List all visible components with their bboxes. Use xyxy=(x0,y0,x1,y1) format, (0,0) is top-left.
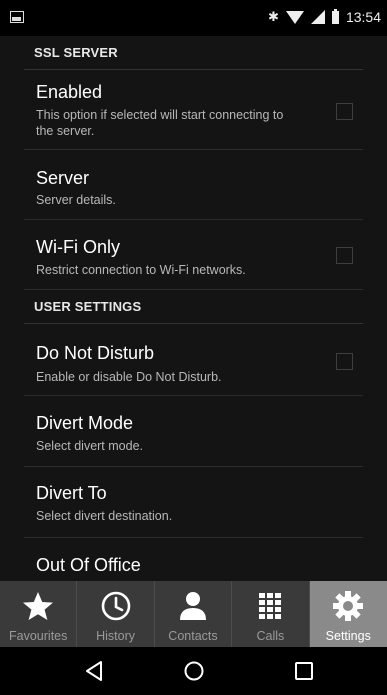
tab-label: Favourites xyxy=(9,629,68,643)
status-time: 13:54 xyxy=(345,9,381,25)
pref-title: Out Of Office xyxy=(36,555,141,575)
pref-summary: Server details. xyxy=(36,193,116,207)
gear-icon xyxy=(333,591,364,621)
navigation-bar xyxy=(0,647,387,695)
pref-do-not-disturb[interactable]: Do Not Disturb Enable or disable Do Not … xyxy=(24,324,363,396)
tab-contacts[interactable]: Contacts xyxy=(155,581,233,647)
dialpad-icon xyxy=(259,593,282,619)
tab-label: Contacts xyxy=(168,629,218,643)
pref-summary: Select divert destination. xyxy=(36,509,173,523)
pref-wifi-only[interactable]: Wi-Fi Only Restrict connection to Wi-Fi … xyxy=(24,220,363,290)
pref-divert-to[interactable]: Divert To Select divert destination. xyxy=(24,467,363,538)
clock-icon xyxy=(101,591,130,621)
signal-icon xyxy=(310,10,325,24)
battery-icon xyxy=(331,8,339,24)
pref-divert-mode[interactable]: Divert Mode Select divert mode. xyxy=(24,396,363,467)
section-header-label: SSL SERVER xyxy=(34,45,118,60)
tab-settings[interactable]: Settings xyxy=(309,581,387,647)
recents-icon[interactable] xyxy=(290,657,318,685)
person-icon xyxy=(179,592,206,620)
do-not-disturb-checkbox[interactable] xyxy=(336,353,353,370)
tab-calls[interactable]: Calls xyxy=(232,581,310,647)
pref-title: Server xyxy=(36,168,90,188)
pref-summary: Select divert mode. xyxy=(36,439,143,453)
pref-title: Do Not Disturb xyxy=(36,343,155,363)
pref-enabled[interactable]: Enabled This option if selected will sta… xyxy=(24,70,363,150)
status-icons: ✱ 13:54 xyxy=(268,8,381,25)
pref-out-of-office[interactable]: Out Of Office xyxy=(24,538,363,581)
section-header-label: USER SETTINGS xyxy=(34,299,142,314)
section-header-user-settings: USER SETTINGS xyxy=(24,290,363,324)
tab-label: Settings xyxy=(325,629,371,643)
pref-title: Wi-Fi Only xyxy=(36,237,120,257)
tab-history[interactable]: History xyxy=(77,581,155,647)
pref-summary: Enable or disable Do Not Disturb. xyxy=(36,370,222,384)
bluetooth-icon: ✱ xyxy=(268,9,279,24)
status-bar: ✱ 13:54 xyxy=(0,0,387,36)
wifi-only-checkbox[interactable] xyxy=(336,247,353,264)
back-icon[interactable] xyxy=(81,657,109,685)
home-icon[interactable] xyxy=(180,657,208,685)
pref-title: Divert Mode xyxy=(36,413,134,433)
pref-summary: This option if selected will start conne… xyxy=(36,108,284,138)
tab-label: Calls xyxy=(256,629,285,643)
pref-summary: Restrict connection to Wi-Fi networks. xyxy=(36,263,246,277)
star-icon xyxy=(23,592,54,620)
section-header-ssl-server: SSL SERVER xyxy=(24,36,363,70)
pref-server[interactable]: Server Server details. xyxy=(24,150,363,220)
wifi-icon xyxy=(285,10,304,24)
tab-favourites[interactable]: Favourites xyxy=(0,581,78,647)
pref-title: Divert To xyxy=(36,483,107,503)
tab-label: History xyxy=(96,629,136,643)
bottom-tab-bar: Favourites History Contacts Calls Settin… xyxy=(0,581,387,647)
pref-title: Enabled xyxy=(36,82,103,102)
settings-list[interactable]: SSL SERVER Enabled This option if select… xyxy=(0,36,387,581)
notification-icon xyxy=(10,11,24,23)
enabled-checkbox[interactable] xyxy=(336,103,353,120)
